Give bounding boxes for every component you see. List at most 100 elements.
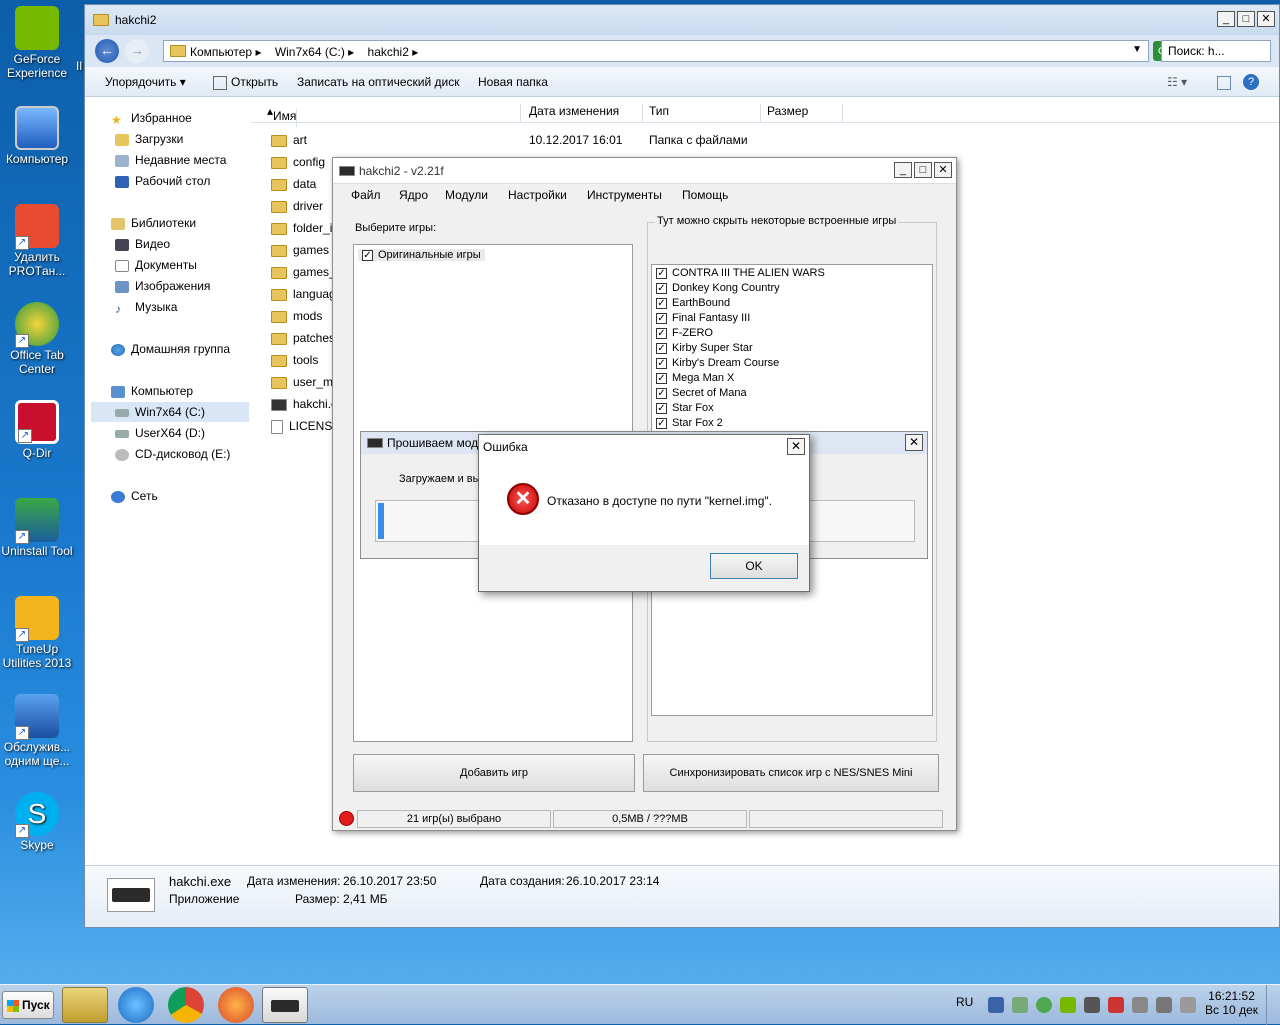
preview-pane-icon[interactable] — [1217, 76, 1231, 90]
add-games-button[interactable]: Добавить игр — [353, 754, 635, 792]
nav-recent[interactable]: Недавние места — [115, 153, 226, 167]
nav-video[interactable]: Видео — [115, 237, 170, 251]
back-button[interactable]: ← — [95, 39, 119, 63]
nav-music[interactable]: ♪ Музыка — [115, 300, 177, 316]
game-item[interactable]: ✓ Star Fox 2 — [656, 417, 723, 429]
tray-flag-icon[interactable] — [1108, 997, 1124, 1013]
nav-computer[interactable]: Компьютер — [111, 384, 193, 398]
game-item[interactable]: ✓ Star Fox — [656, 402, 714, 414]
chevron-down-icon[interactable]: ▼ — [1132, 44, 1142, 55]
nav-images[interactable]: Изображения — [115, 279, 210, 293]
tray-app2-icon[interactable] — [1156, 997, 1172, 1013]
column-name[interactable]: Имя ▴ — [261, 104, 521, 127]
view-icon[interactable]: ☷ ▾ — [1167, 75, 1187, 89]
tray-network-icon[interactable] — [988, 997, 1004, 1013]
nav-drive-e[interactable]: CD-дисковод (E:) — [115, 447, 230, 461]
tray-monitor-icon[interactable] — [1132, 997, 1148, 1013]
nav-favorites[interactable]: ★ Избранное — [111, 111, 192, 127]
nav-desktop[interactable]: Рабочий стол — [115, 174, 210, 188]
nav-libraries[interactable]: Библиотеки — [111, 216, 196, 230]
column-size[interactable]: Размер — [761, 104, 843, 122]
minimize-button[interactable]: _ — [894, 162, 912, 178]
tray-volume-icon[interactable] — [1084, 997, 1100, 1013]
firefox-taskbar-icon[interactable] — [218, 987, 254, 1023]
game-item[interactable]: ✓ Final Fantasy III — [656, 312, 750, 324]
maximize-button[interactable]: □ — [914, 162, 932, 178]
nav-drive-d[interactable]: UserX64 (D:) — [115, 426, 205, 440]
forward-button[interactable]: → — [125, 39, 149, 63]
close-button[interactable]: ✕ — [1257, 11, 1275, 27]
open-button[interactable]: Открыть — [231, 75, 278, 89]
burn-button[interactable]: Записать на оптический диск — [297, 75, 460, 89]
ie-taskbar-icon[interactable] — [118, 987, 154, 1023]
file-row[interactable]: hakchi.e — [271, 397, 338, 411]
desktop-icon-qdir[interactable]: ↗ Q-Dir — [0, 400, 74, 460]
tray-utorrent-icon[interactable] — [1036, 997, 1052, 1013]
file-row[interactable]: patches — [271, 331, 335, 345]
desktop-icon-skype[interactable]: S ↗ Skype — [0, 792, 74, 852]
close-button[interactable]: ✕ — [787, 438, 805, 455]
show-desktop-button[interactable] — [1266, 985, 1280, 1025]
help-icon[interactable]: ? — [1243, 74, 1259, 90]
tree-item-original[interactable]: ✓ Оригинальные игры — [358, 249, 485, 261]
menu-kernel[interactable]: Ядро — [399, 188, 428, 202]
close-button[interactable]: ✕ — [934, 162, 952, 178]
file-row[interactable]: games — [271, 243, 329, 257]
ok-button[interactable]: OK — [710, 553, 798, 579]
tray-speaker-icon[interactable] — [1180, 997, 1196, 1013]
clock[interactable]: 16:21:52 Вс 10 дек — [1205, 989, 1258, 1017]
explorer-titlebar[interactable]: hakchi2 _ □ ✕ — [85, 5, 1279, 35]
desktop-icon-officetab[interactable]: ↗ Office Tab Center — [0, 302, 74, 376]
desktop-icon-maintenance[interactable]: ↗ Обслужив... одним ще... — [0, 694, 74, 768]
menu-modules[interactable]: Модули — [445, 188, 488, 202]
desktop-icon-tuneup[interactable]: ↗ TuneUp Utilities 2013 — [0, 596, 74, 670]
file-row[interactable]: tools — [271, 353, 318, 367]
file-row[interactable]: folder_ir — [271, 221, 336, 235]
desktop-icon-uninstall[interactable]: ↗ Uninstall Tool — [0, 498, 74, 558]
explorer-taskbar-icon[interactable] — [62, 987, 108, 1023]
game-item[interactable]: ✓ Kirby Super Star — [656, 342, 753, 354]
file-row[interactable]: config — [271, 155, 325, 169]
column-type[interactable]: Тип — [643, 104, 761, 122]
menu-tools[interactable]: Инструменты — [587, 188, 662, 202]
game-item[interactable]: ✓ Kirby's Dream Course — [656, 357, 779, 369]
chrome-taskbar-icon[interactable] — [168, 987, 204, 1023]
checkbox[interactable]: ✓ — [362, 249, 373, 261]
nav-downloads[interactable]: Загрузки — [115, 132, 183, 146]
desktop-icon-geforce[interactable]: GeForce Experience — [0, 6, 74, 80]
game-item[interactable]: ✓ Mega Man X — [656, 372, 734, 384]
organize-button[interactable]: Упорядочить ▾ — [105, 75, 186, 89]
hakchi-taskbar-icon[interactable] — [262, 987, 308, 1023]
close-button[interactable]: ✕ — [905, 434, 923, 451]
tray-app-icon[interactable] — [1012, 997, 1028, 1013]
nav-network[interactable]: Сеть — [111, 489, 158, 503]
file-row[interactable]: LICENSE — [271, 419, 340, 434]
file-row[interactable]: user_mc — [271, 375, 339, 389]
start-button[interactable]: Пуск — [2, 991, 54, 1019]
game-item[interactable]: ✓ F-ZERO — [656, 327, 713, 339]
file-row[interactable]: art 10.12.2017 16:01 Папка с файлами — [271, 133, 748, 147]
column-date[interactable]: Дата изменения — [523, 104, 643, 122]
search-input[interactable]: Поиск: h... — [1161, 40, 1271, 62]
nav-drive-c[interactable]: Win7x64 (C:) — [115, 405, 205, 419]
new-folder-button[interactable]: Новая папка — [478, 75, 548, 89]
game-item[interactable]: ✓ Secret of Mana — [656, 387, 747, 399]
file-row[interactable]: languag — [271, 287, 336, 301]
game-item[interactable]: ✓ EarthBound — [656, 297, 730, 309]
menu-help[interactable]: Помощь — [682, 188, 728, 202]
desktop-icon-protan[interactable]: ↗ Удалить PROTан... — [0, 204, 74, 278]
menu-file[interactable]: Файл — [351, 188, 381, 202]
game-item[interactable]: ✓ Donkey Kong Country — [656, 282, 780, 294]
menu-settings[interactable]: Настройки — [508, 188, 567, 202]
error-titlebar[interactable]: Ошибка ✕ — [479, 435, 809, 459]
language-indicator[interactable]: RU — [956, 995, 973, 1009]
desktop-icon-computer[interactable]: Компьютер — [0, 106, 74, 166]
breadcrumb[interactable]: hakchi2 ▸ — [368, 45, 419, 59]
hakchi-titlebar[interactable]: hakchi2 - v2.21f _ □ ✕ — [333, 158, 956, 184]
game-item[interactable]: ✓ CONTRA III THE ALIEN WARS — [656, 267, 825, 279]
minimize-button[interactable]: _ — [1217, 11, 1235, 27]
address-bar[interactable]: Компьютер ▸ Win7x64 (C:) ▸ hakchi2 ▸ ▼ — [163, 40, 1149, 62]
nav-homegroup[interactable]: Домашняя группа — [111, 342, 230, 356]
file-row[interactable]: driver — [271, 199, 323, 213]
nav-documents[interactable]: Документы — [115, 258, 197, 272]
